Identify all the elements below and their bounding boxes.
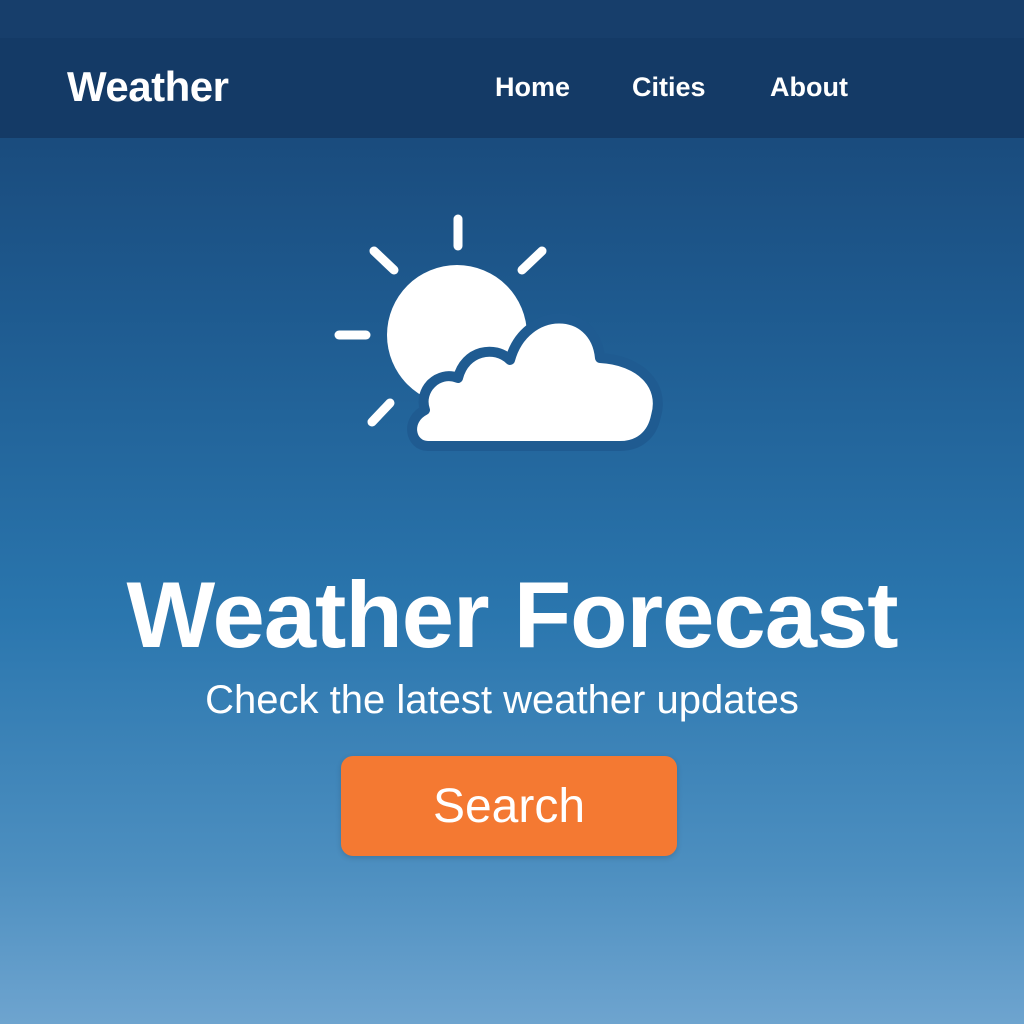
nav-link-home[interactable]: Home — [495, 72, 570, 103]
top-band — [0, 0, 1024, 38]
navbar: Weather Home Cities About — [0, 38, 1024, 138]
nav-link-cities[interactable]: Cities — [632, 72, 706, 103]
brand-logo[interactable]: Weather — [67, 63, 229, 111]
partly-cloudy-icon — [334, 214, 663, 451]
nav-link-about[interactable]: About — [770, 72, 848, 103]
page-subtitle: Check the latest weather updates — [205, 678, 799, 722]
search-button[interactable]: Search — [341, 756, 677, 856]
page-title: Weather Forecast — [126, 561, 898, 667]
